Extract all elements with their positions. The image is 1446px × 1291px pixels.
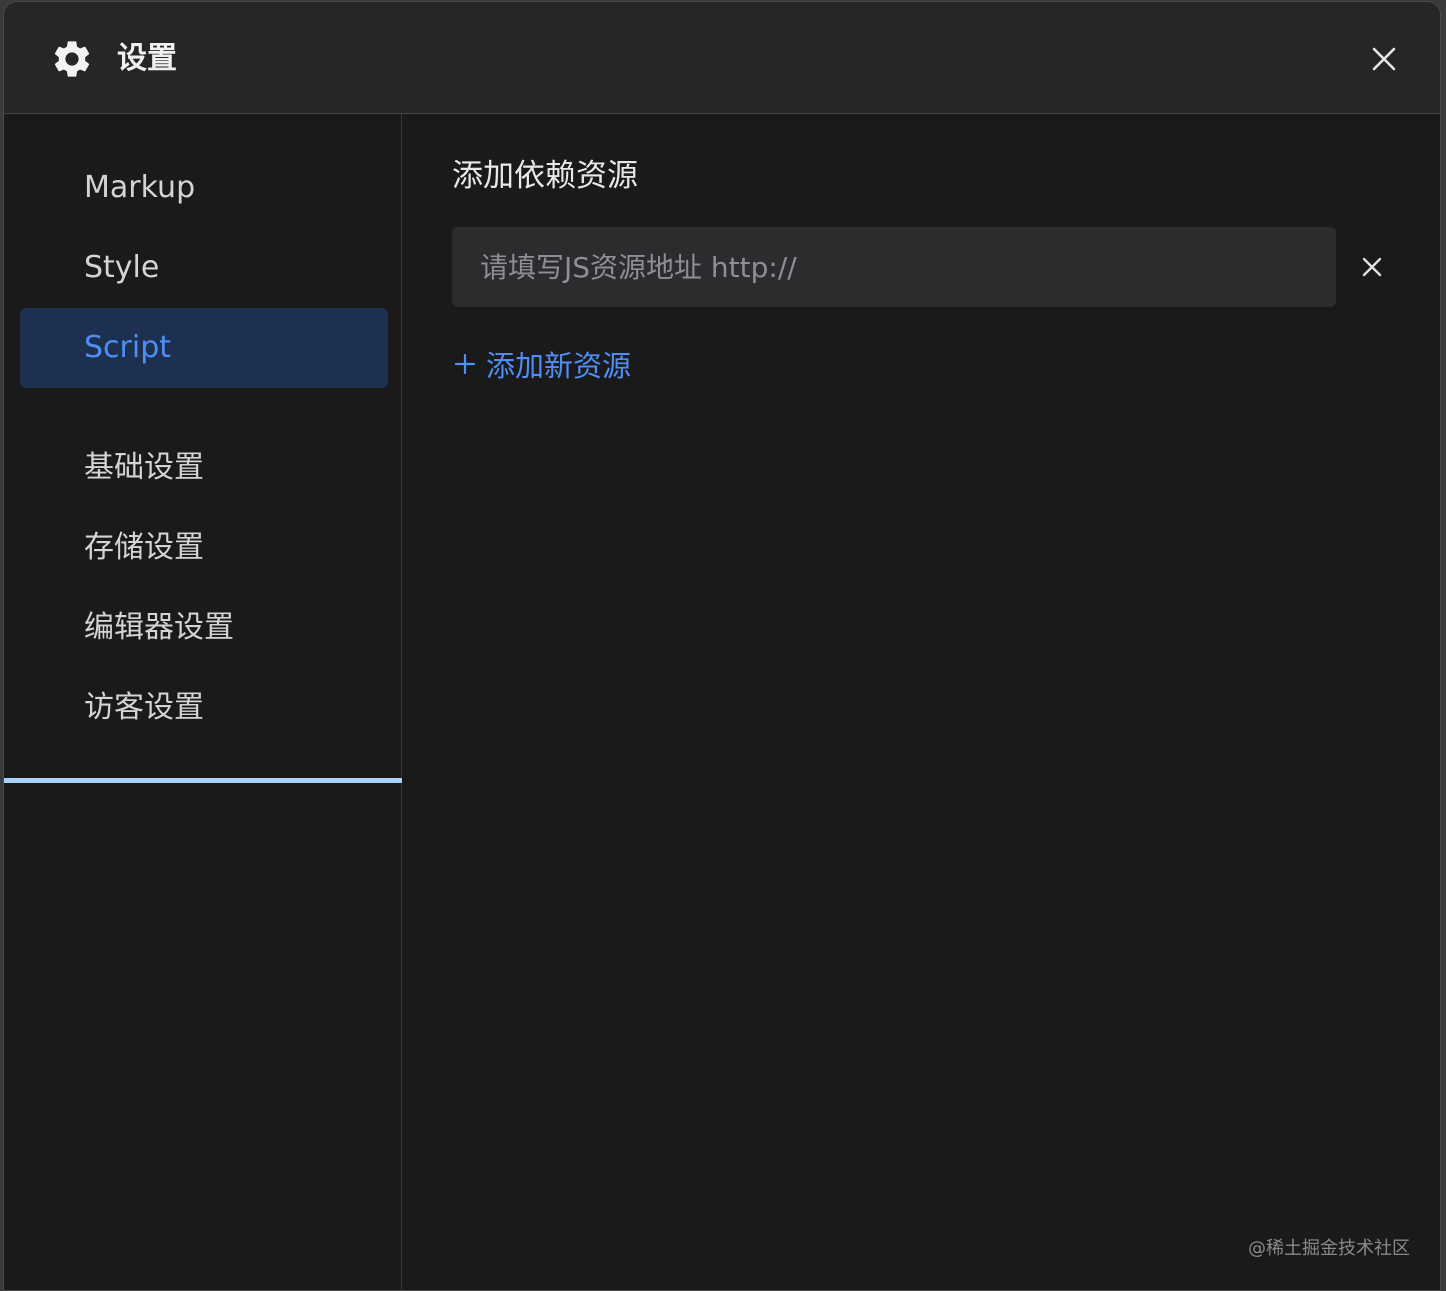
add-resource-button[interactable]: 添加新资源 [454,342,631,386]
script-settings-panel: 添加依赖资源 添加新资源 [403,114,1440,1290]
watermark: @稀土掘金技术社区 [1248,1238,1410,1259]
add-resource-label: 添加新资源 [486,349,632,383]
settings-dialog: 设置 Markup Style Script 基础设置 存储设置 编辑器设置 访… [3,1,1441,1291]
sidebar-item-markup[interactable]: Markup [20,148,388,228]
plus-icon [454,353,476,375]
dialog-title: 设置 [117,41,177,76]
close-icon[interactable] [1368,43,1400,75]
sidebar-item-style[interactable]: Style [20,228,388,308]
sidebar-item-storage-settings[interactable]: 存储设置 [20,508,388,588]
gear-icon [54,41,90,77]
sidebar-divider [4,778,402,783]
section-title: 添加依赖资源 [452,158,638,194]
sidebar-item-visitor-settings[interactable]: 访客设置 [20,668,388,748]
sidebar-item-editor-settings[interactable]: 编辑器设置 [20,588,388,668]
sidebar-item-script[interactable]: Script [20,308,388,388]
sidebar-item-basic-settings[interactable]: 基础设置 [20,428,388,508]
close-icon[interactable] [1358,253,1386,281]
dialog-header: 设置 [4,2,1440,114]
settings-sidebar: Markup Style Script 基础设置 存储设置 编辑器设置 访客设置 [4,114,402,1290]
resource-url-input[interactable] [452,227,1336,307]
